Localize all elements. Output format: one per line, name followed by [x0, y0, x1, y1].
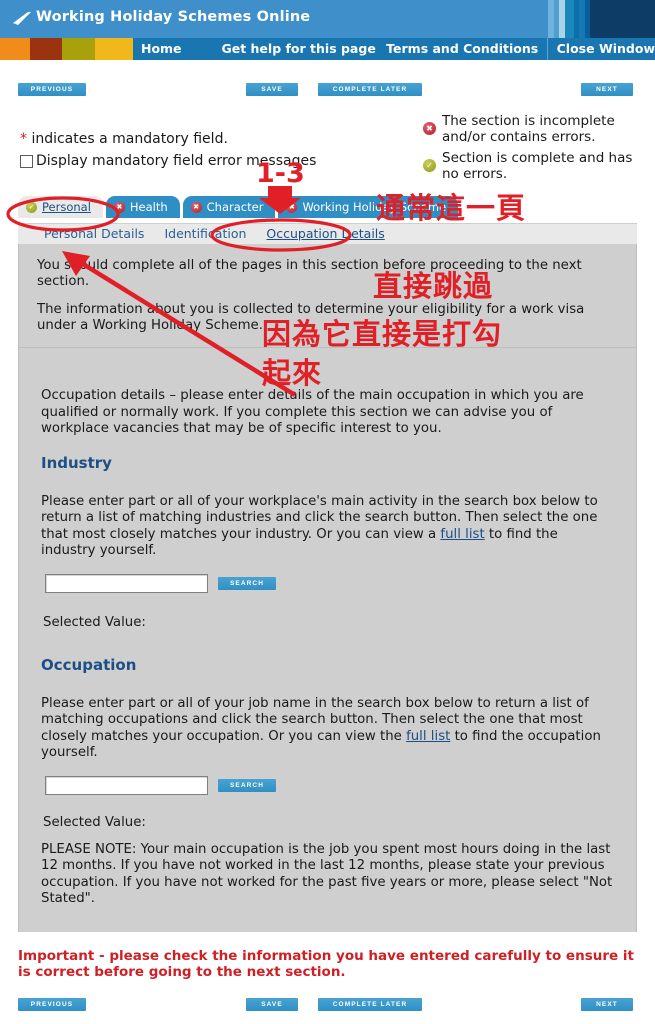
- legend-item-error: ✖ The section is incomplete and/or conta…: [423, 113, 648, 145]
- nav-item-get-help[interactable]: Get help for this page: [221, 38, 375, 60]
- nav-item-home[interactable]: Home: [141, 38, 182, 60]
- tab-personal-label: Personal: [42, 200, 91, 214]
- occupation-description: Please enter part or all of your job nam…: [41, 696, 614, 762]
- tab-personal[interactable]: ✓ Personal: [18, 196, 103, 218]
- occupation-heading: Occupation: [41, 655, 137, 674]
- display-errors-row[interactable]: Display mandatory field error messages: [20, 153, 316, 169]
- tab-status-ok-icon: ✓: [26, 201, 37, 213]
- subtab-identification[interactable]: Identification: [164, 225, 246, 243]
- occupation-search-row: Search: [45, 775, 614, 795]
- status-legend: ✖ The section is incomplete and/or conta…: [423, 113, 648, 187]
- display-errors-checkbox[interactable]: [20, 154, 33, 168]
- tab-working-holiday-scheme[interactable]: ✖ Working Holiday Scheme: [278, 196, 459, 218]
- mandatory-asterisk: *: [20, 131, 27, 147]
- nav-item-terms[interactable]: Terms and Conditions: [386, 38, 538, 60]
- legend-complete-text: Section is complete and has no errors.: [442, 150, 633, 182]
- color-swatches: [0, 38, 133, 60]
- complete-later-button-bottom[interactable]: Complete Later: [318, 998, 422, 1011]
- occupation-form: Occupation details – please enter detail…: [19, 348, 636, 908]
- previous-button-top[interactable]: Previous: [18, 83, 86, 96]
- tab-status-error-icon: ✖: [190, 201, 202, 213]
- occupation-intro-text: Occupation details – please enter detail…: [41, 388, 584, 436]
- tab-status-error-icon: ✖: [113, 201, 125, 213]
- top-button-bar: Previous Save Complete Later Next: [0, 83, 655, 105]
- industry-selected-value: Selected Value:: [43, 614, 146, 630]
- occupation-full-list-link[interactable]: full list: [406, 729, 450, 744]
- complete-later-button-top[interactable]: Complete Later: [318, 83, 422, 96]
- section-tabs-zone: ✓ Personal ✖ Health ✖ Character ✖ Workin…: [0, 191, 655, 223]
- legend-error-text: The section is incomplete and/or contain…: [442, 113, 615, 145]
- intro-text-1: You should complete all of the pages in …: [37, 258, 582, 289]
- nav-item-close-window[interactable]: Close Window: [557, 38, 655, 60]
- occupation-selected-value: Selected Value:: [43, 814, 146, 830]
- subtab-occupation-details[interactable]: Occupation Details: [266, 225, 384, 243]
- industry-search-input[interactable]: [45, 573, 208, 593]
- mandatory-field-note: * indicates a mandatory field.: [20, 131, 228, 147]
- occupation-please-note: PLEASE NOTE: Your main occupation is the…: [41, 841, 613, 907]
- panel-intro: You should complete all of the pages in …: [19, 244, 636, 333]
- app-masthead: Working Holiday Schemes Online: [0, 0, 655, 38]
- tab-health-label: Health: [129, 200, 168, 214]
- tab-character[interactable]: ✖ Character: [182, 196, 276, 218]
- industry-heading: Industry: [41, 453, 112, 472]
- industry-full-list-link[interactable]: full list: [440, 527, 484, 542]
- swoosh-logo-icon: [13, 12, 31, 25]
- complete-dot-icon: ✓: [423, 159, 436, 172]
- error-dot-icon: ✖: [423, 122, 436, 135]
- previous-button-bottom[interactable]: Previous: [18, 998, 86, 1011]
- sub-tab-bar: Personal Details Identification Occupati…: [18, 223, 637, 244]
- industry-search-button[interactable]: Search: [218, 576, 276, 590]
- tab-health[interactable]: ✖ Health: [105, 196, 180, 218]
- intro-text-2: The information about you is collected t…: [37, 302, 585, 333]
- mandatory-note-text: indicates a mandatory field.: [27, 131, 228, 147]
- next-button-top[interactable]: Next: [581, 83, 633, 96]
- save-button-bottom[interactable]: Save: [246, 998, 298, 1011]
- bottom-button-bar: Previous Save Complete Later Next: [0, 998, 655, 1020]
- legend-zone: * indicates a mandatory field. Display m…: [0, 105, 655, 189]
- next-button-bottom[interactable]: Next: [581, 998, 633, 1011]
- display-errors-label: Display mandatory field error messages: [36, 153, 317, 169]
- tab-character-label: Character: [206, 200, 264, 214]
- main-navigation: Home Get help for this page Terms and Co…: [0, 38, 655, 60]
- app-title: Working Holiday Schemes Online: [36, 9, 311, 25]
- occupation-search-input[interactable]: [45, 775, 208, 795]
- legend-item-complete: ✓ Section is complete and has no errors.: [423, 150, 648, 182]
- content-panel: You should complete all of the pages in …: [18, 244, 637, 932]
- tab-status-error-icon: ✖: [286, 201, 298, 213]
- important-warning: Important - please check the information…: [18, 948, 634, 980]
- industry-search-row: Search: [45, 573, 614, 593]
- sub-tabs: Personal Details Identification Occupati…: [44, 225, 385, 243]
- occupation-search-button[interactable]: Search: [218, 778, 276, 792]
- masthead-stripes: [540, 0, 655, 38]
- industry-description: Please enter part or all of your workpla…: [41, 494, 614, 560]
- save-button-top[interactable]: Save: [246, 83, 298, 96]
- subtab-personal-details[interactable]: Personal Details: [44, 225, 144, 243]
- tab-working-holiday-scheme-label: Working Holiday Scheme: [302, 200, 447, 214]
- section-tabs: ✓ Personal ✖ Health ✖ Character ✖ Workin…: [18, 196, 459, 218]
